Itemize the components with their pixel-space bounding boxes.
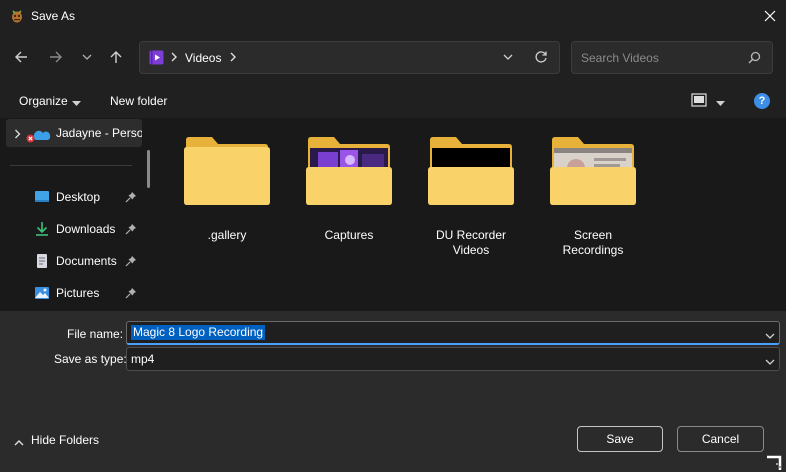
caret-down-icon[interactable] <box>716 96 725 110</box>
sidebar-item-pictures[interactable]: Pictures <box>0 279 145 307</box>
sidebar-divider <box>10 165 132 166</box>
close-icon[interactable] <box>756 4 784 28</box>
chevron-down-icon[interactable] <box>74 44 100 70</box>
sidebar-item-desktop[interactable]: Desktop <box>0 183 145 211</box>
onedrive-cloud-icon <box>26 126 52 147</box>
window-title: Save As <box>31 9 76 23</box>
save-button[interactable]: Save <box>577 426 663 452</box>
folder-icon <box>428 136 514 206</box>
chevron-right-icon[interactable] <box>14 128 21 142</box>
title-bar: Save As <box>0 0 786 32</box>
navigation-pane: Jadayne - Personal Desktop Downloads Doc… <box>0 118 160 311</box>
sidebar-item-label[interactable]: Jadayne - Personal <box>56 126 142 140</box>
folder-item[interactable]: Screen Recordings <box>536 136 636 257</box>
arrow-up-icon[interactable] <box>103 44 129 70</box>
pin-icon[interactable] <box>125 223 137 238</box>
address-bar[interactable]: Videos <box>139 41 560 74</box>
folder-icon <box>306 136 392 206</box>
search-input[interactable]: Search Videos <box>571 41 773 74</box>
desktop-icon <box>34 189 50 205</box>
picture-icon <box>34 285 50 301</box>
folder-item[interactable]: Captures <box>292 136 392 256</box>
hide-folders-button[interactable]: Hide Folders <box>31 433 99 447</box>
file-name-label: File name: <box>67 327 124 341</box>
new-folder-button[interactable]: New folder <box>110 94 167 108</box>
folder-icon <box>184 136 270 206</box>
breadcrumb-separator-icon[interactable] <box>170 51 178 66</box>
document-icon <box>34 253 50 269</box>
chevron-up-icon[interactable] <box>14 436 24 450</box>
save-type-label: Save as type: <box>54 352 127 366</box>
arrow-left-icon[interactable] <box>8 44 34 70</box>
organize-button[interactable]: Organize <box>19 94 68 108</box>
folder-name: DU Recorder Videos <box>435 228 507 257</box>
breadcrumb-videos[interactable]: Videos <box>185 51 221 65</box>
sidebar-item-label: Documents <box>56 254 117 268</box>
file-name-value[interactable]: Magic 8 Logo Recording <box>131 325 266 340</box>
download-icon <box>34 221 50 237</box>
resize-grip-icon[interactable] <box>766 453 784 471</box>
arrow-right-icon[interactable] <box>43 44 69 70</box>
videos-folder-icon <box>149 50 164 65</box>
refresh-icon[interactable] <box>534 50 548 67</box>
cancel-button[interactable]: Cancel <box>677 426 764 452</box>
sidebar-item-label: Downloads <box>56 222 116 236</box>
save-type-value: mp4 <box>131 352 155 366</box>
folder-item[interactable]: .gallery <box>170 136 270 256</box>
bug-icon <box>9 8 25 24</box>
sidebar-item-downloads[interactable]: Downloads <box>0 215 145 243</box>
chevron-down-icon[interactable] <box>765 355 775 369</box>
folder-name: Captures <box>324 228 374 242</box>
search-icon[interactable] <box>748 51 761 67</box>
view-layout-icon[interactable] <box>691 93 707 110</box>
sidebar-item-documents[interactable]: Documents <box>0 247 145 275</box>
file-list-pane: .gallery Captures DU Recorder Videos Scr… <box>160 118 786 311</box>
sidebar-item-label: Desktop <box>56 190 101 204</box>
chevron-down-icon[interactable] <box>765 329 775 343</box>
file-name-field[interactable]: Magic 8 Logo Recording <box>126 321 780 345</box>
save-form: File name: Magic 8 Logo Recording Save a… <box>0 311 786 472</box>
folder-name: .gallery <box>207 228 247 242</box>
pin-icon[interactable] <box>125 255 137 270</box>
chevron-down-icon[interactable] <box>502 51 514 66</box>
help-button[interactable]: ? <box>754 93 770 109</box>
folder-name: Screen Recordings <box>562 228 624 257</box>
sidebar-scrollbar[interactable] <box>147 150 150 188</box>
pin-icon[interactable] <box>125 191 137 206</box>
search-placeholder: Search Videos <box>581 51 659 65</box>
command-toolbar: Organize New folder ? <box>0 84 786 118</box>
save-type-select[interactable]: mp4 <box>126 347 780 371</box>
folder-icon <box>550 136 636 206</box>
breadcrumb-separator-icon[interactable] <box>229 51 237 66</box>
caret-down-icon[interactable] <box>72 96 81 110</box>
pin-icon[interactable] <box>125 287 137 302</box>
folder-item[interactable]: DU Recorder Videos <box>414 136 514 257</box>
sidebar-item-label: Pictures <box>56 286 100 300</box>
